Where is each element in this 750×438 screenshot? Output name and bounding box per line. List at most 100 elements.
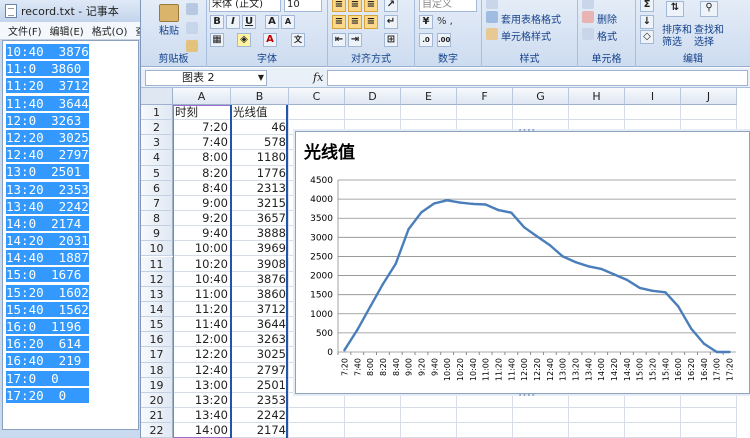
- table-cell[interactable]: [625, 423, 681, 438]
- align-bottom-icon[interactable]: ≡: [364, 0, 378, 12]
- table-cell[interactable]: [345, 392, 401, 408]
- column-header-E[interactable]: E: [401, 88, 457, 105]
- indent-increase-icon[interactable]: ⇥: [348, 33, 362, 47]
- table-cell[interactable]: 9:00: [173, 195, 231, 212]
- italic-button[interactable]: I: [226, 15, 240, 29]
- fill-color-icon[interactable]: ◈: [237, 33, 251, 47]
- insert-cells-icon[interactable]: [582, 0, 594, 9]
- table-cell[interactable]: 13:00: [173, 377, 231, 393]
- row-header[interactable]: 17: [141, 347, 173, 363]
- autosum-icon[interactable]: Σ: [640, 0, 654, 12]
- clear-icon[interactable]: ◇: [640, 30, 654, 44]
- align-right-icon[interactable]: ≡: [364, 15, 378, 29]
- row-header[interactable]: 2: [141, 120, 173, 136]
- border-icon[interactable]: ▦: [210, 33, 224, 47]
- font-name-select[interactable]: 宋体 (正文): [209, 0, 281, 12]
- merge-cells-icon[interactable]: ⊞: [384, 33, 398, 47]
- increase-decimal-icon[interactable]: .0: [419, 33, 433, 47]
- table-cell[interactable]: [569, 105, 625, 121]
- underline-button[interactable]: U: [242, 15, 256, 29]
- table-cell[interactable]: [289, 105, 345, 121]
- table-format-icon[interactable]: [486, 11, 498, 23]
- paste-button[interactable]: 粘贴: [159, 22, 179, 37]
- row-header[interactable]: 8: [141, 211, 173, 227]
- copy-icon[interactable]: [186, 22, 198, 34]
- currency-icon[interactable]: ¥: [419, 15, 433, 29]
- column-header-C[interactable]: C: [289, 88, 345, 105]
- align-middle-icon[interactable]: ≡: [348, 0, 362, 12]
- orientation-icon[interactable]: ↗: [384, 0, 398, 12]
- table-cell[interactable]: 2313: [231, 180, 289, 196]
- column-header-I[interactable]: I: [625, 88, 681, 105]
- column-header-F[interactable]: F: [457, 88, 513, 105]
- table-cell[interactable]: 11:20: [173, 301, 231, 318]
- table-cell[interactable]: 3860: [231, 286, 289, 302]
- formula-input[interactable]: [327, 70, 748, 86]
- table-cell[interactable]: [401, 423, 457, 438]
- menu-format[interactable]: 格式(O): [92, 23, 128, 38]
- table-cell[interactable]: [569, 423, 625, 438]
- bold-button[interactable]: B: [210, 15, 224, 29]
- table-cell[interactable]: [457, 105, 513, 121]
- table-cell[interactable]: 9:20: [173, 211, 231, 227]
- table-cell[interactable]: 10:00: [173, 241, 231, 257]
- font-size-select[interactable]: 10: [284, 0, 322, 12]
- row-header[interactable]: 14: [141, 301, 173, 318]
- table-cell[interactable]: 光线值: [231, 105, 289, 121]
- table-cell[interactable]: 46: [231, 120, 289, 136]
- binoculars-icon[interactable]: ⚲: [700, 1, 718, 17]
- table-cell[interactable]: [513, 423, 569, 438]
- row-header[interactable]: 3: [141, 135, 173, 151]
- table-cell[interactable]: 11:40: [173, 317, 231, 333]
- fill-icon[interactable]: ↓: [640, 15, 654, 29]
- table-cell[interactable]: [289, 408, 345, 424]
- column-header-H[interactable]: H: [569, 88, 625, 105]
- conditional-format-icon[interactable]: [486, 0, 498, 9]
- table-cell[interactable]: 1776: [231, 165, 289, 181]
- table-cell[interactable]: 2174: [231, 423, 289, 438]
- row-header[interactable]: 6: [141, 180, 173, 196]
- table-cell[interactable]: [401, 408, 457, 424]
- table-cell[interactable]: 8:20: [173, 165, 231, 181]
- cut-icon[interactable]: [186, 3, 198, 15]
- table-cell[interactable]: 8:00: [173, 150, 231, 166]
- table-cell[interactable]: [457, 392, 513, 408]
- table-cell[interactable]: [569, 408, 625, 424]
- table-cell[interactable]: 14:00: [173, 423, 231, 438]
- row-header[interactable]: 20: [141, 392, 173, 408]
- table-cell[interactable]: 8:40: [173, 180, 231, 196]
- row-header[interactable]: 10: [141, 241, 173, 257]
- column-header-B[interactable]: B: [231, 88, 289, 105]
- align-center-icon[interactable]: ≡: [348, 15, 362, 29]
- table-cell[interactable]: [289, 423, 345, 438]
- table-cell[interactable]: 10:20: [173, 256, 231, 272]
- align-top-icon[interactable]: ≡: [332, 0, 346, 12]
- line-chart[interactable]: ∙∙∙∙ ∙∙∙∙ 光线值 0 500 1000 1500 2000 2500 3000 35…: [295, 126, 750, 399]
- decrease-decimal-icon[interactable]: .00: [437, 33, 451, 47]
- menu-edit[interactable]: 编辑(E): [50, 23, 84, 38]
- notepad-text-area[interactable]: 10:40 3876 11:0 3860 11:20 3712 11:40 3644…: [2, 40, 139, 430]
- delete-cells-icon[interactable]: [582, 11, 594, 23]
- row-header[interactable]: 11: [141, 256, 173, 272]
- table-cell[interactable]: 7:40: [173, 135, 231, 151]
- row-header[interactable]: 15: [141, 317, 173, 333]
- column-header-A[interactable]: A: [173, 88, 231, 105]
- filter-button[interactable]: 筛选: [662, 33, 682, 48]
- row-header[interactable]: 4: [141, 150, 173, 166]
- table-cell[interactable]: 3712: [231, 301, 289, 318]
- row-header[interactable]: 21: [141, 408, 173, 424]
- table-cell[interactable]: 13:20: [173, 392, 231, 408]
- table-cell[interactable]: 3969: [231, 241, 289, 257]
- align-left-icon[interactable]: ≡: [332, 15, 346, 29]
- table-cell[interactable]: [457, 408, 513, 424]
- table-cell[interactable]: [625, 408, 681, 424]
- column-header-G[interactable]: G: [513, 88, 569, 105]
- row-header[interactable]: 9: [141, 226, 173, 242]
- column-header-D[interactable]: D: [345, 88, 401, 105]
- table-cell[interactable]: 13:40: [173, 408, 231, 424]
- table-cell[interactable]: 3263: [231, 332, 289, 348]
- table-cell[interactable]: 3876: [231, 271, 289, 287]
- grow-font-icon[interactable]: A: [265, 15, 279, 29]
- cell-style-button[interactable]: 单元格样式: [501, 28, 551, 43]
- table-cell[interactable]: [681, 408, 737, 424]
